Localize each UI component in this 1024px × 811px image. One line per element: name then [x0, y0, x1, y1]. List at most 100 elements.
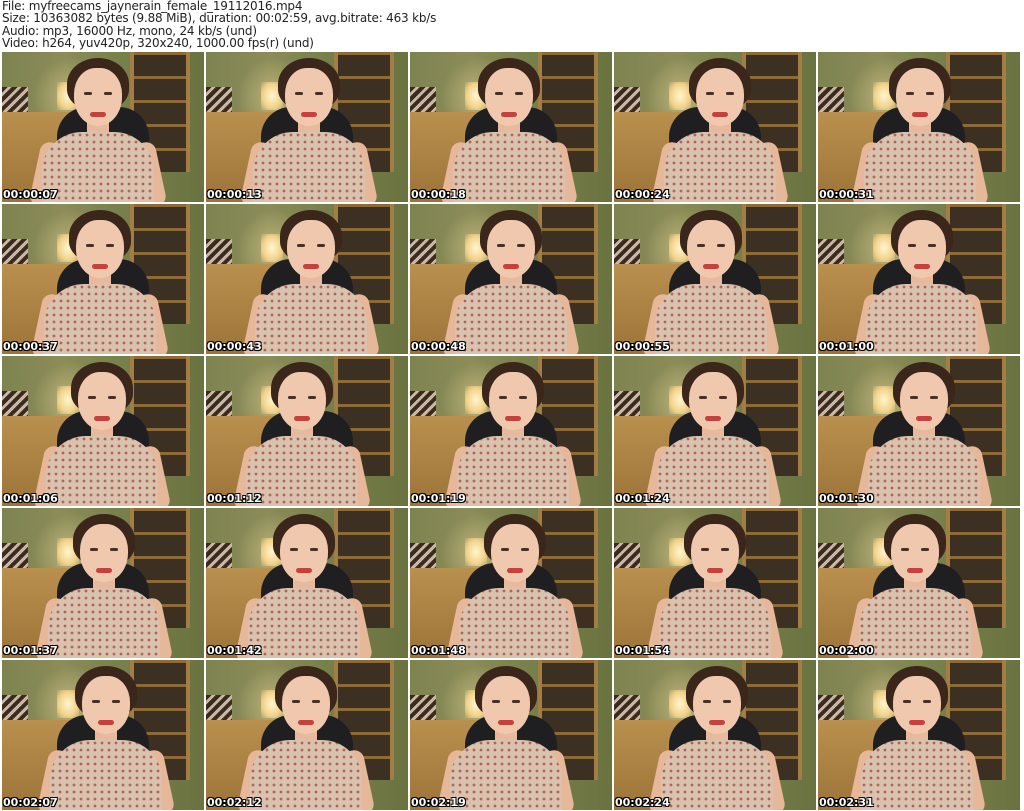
floral-top [450, 740, 562, 810]
eye [703, 700, 711, 703]
thumbnail-timestamp: 00:01:12 [207, 492, 262, 505]
eye [295, 92, 303, 95]
eye [492, 700, 500, 703]
lips [296, 568, 312, 573]
person [410, 204, 612, 354]
video-thumbnail: 00:00:48 [410, 204, 612, 354]
lips [705, 416, 721, 421]
face [687, 220, 735, 278]
eye [315, 92, 323, 95]
lips [503, 264, 519, 269]
eye [104, 92, 112, 95]
floral-top [864, 132, 976, 202]
floral-top [868, 436, 980, 506]
face [282, 676, 330, 734]
thumbnail-timestamp: 00:01:42 [207, 644, 262, 657]
floral-top [664, 132, 776, 202]
eye [308, 396, 316, 399]
person [206, 356, 403, 506]
person [614, 508, 816, 658]
lips [498, 720, 514, 725]
thumbnail-timestamp: 00:01:19 [411, 492, 466, 505]
eye [495, 92, 503, 95]
eye [108, 396, 116, 399]
video-thumbnail: 00:01:00 [818, 204, 1020, 354]
floral-top [661, 740, 773, 810]
eye [701, 548, 709, 551]
person [414, 508, 612, 658]
eye [706, 92, 714, 95]
face [900, 372, 948, 430]
thumbnail-timestamp: 00:01:06 [3, 492, 58, 505]
person [3, 508, 204, 658]
thumbnail-timestamp: 00:02:19 [411, 796, 466, 809]
floral-top [44, 284, 156, 354]
eye [92, 700, 100, 703]
eye [312, 700, 320, 703]
eye [921, 548, 929, 551]
lips [907, 568, 923, 573]
lips [916, 416, 932, 421]
face [691, 524, 739, 582]
video-thumbnail: 00:01:06 [2, 356, 204, 506]
lips [709, 720, 725, 725]
thumbnail-timestamp: 00:00:07 [3, 188, 58, 201]
thumbnail-timestamp: 00:00:24 [615, 188, 670, 201]
thumbnail-timestamp: 00:01:30 [819, 492, 874, 505]
video-thumbnail: 00:01:42 [206, 508, 408, 658]
thumbnail-timestamp: 00:01:48 [411, 644, 466, 657]
person [410, 52, 610, 202]
eye [84, 92, 92, 95]
size-line: Size: 10363082 bytes (9.88 MiB), duratio… [2, 11, 437, 26]
eye [521, 548, 529, 551]
eye [106, 244, 114, 247]
lips [298, 720, 314, 725]
video-thumbnail: 00:00:24 [614, 52, 816, 202]
person [410, 660, 607, 810]
person [619, 52, 816, 202]
floral-top [866, 284, 978, 354]
eye [697, 244, 705, 247]
eye [923, 700, 931, 703]
video-thumbnail: 00:02:12 [206, 660, 408, 810]
video-thumbnail: 00:00:37 [2, 204, 204, 354]
floral-top [50, 740, 162, 810]
video-thumbnail: 00:01:12 [206, 356, 408, 506]
face [82, 676, 130, 734]
eye [928, 244, 936, 247]
floral-top [657, 436, 769, 506]
video-thumbnail: 00:00:43 [206, 204, 408, 354]
thumbnail-timestamp: 00:02:00 [819, 644, 874, 657]
face [689, 372, 737, 430]
eye [717, 244, 725, 247]
thumbnail-timestamp: 00:00:37 [3, 340, 58, 353]
video-thumbnail: 00:01:19 [410, 356, 612, 506]
video-thumbnail: 00:02:19 [410, 660, 612, 810]
floral-top [248, 588, 360, 658]
lips [92, 264, 108, 269]
person [206, 660, 407, 810]
video-thumbnail: 00:01:24 [614, 356, 816, 506]
video-thumbnail: 00:01:54 [614, 508, 816, 658]
thumbnail-timestamp: 00:00:43 [207, 340, 262, 353]
video-thumbnail: 00:01:37 [2, 508, 204, 658]
face [76, 220, 124, 278]
thumbnail-timestamp: 00:00:18 [411, 188, 466, 201]
thumbnail-timestamp: 00:00:13 [207, 188, 262, 201]
thumbnail-timestamp: 00:01:54 [615, 644, 670, 657]
floral-top [246, 436, 358, 506]
thumbnail-timestamp: 00:02:07 [3, 796, 58, 809]
eye [517, 244, 525, 247]
eye [930, 396, 938, 399]
lips [507, 568, 523, 573]
eye [901, 548, 909, 551]
person [819, 52, 1020, 202]
eye [497, 244, 505, 247]
eye [519, 396, 527, 399]
lips [98, 720, 114, 725]
eye [288, 396, 296, 399]
thumbnail-timestamp: 00:00:48 [411, 340, 466, 353]
floral-top [455, 284, 567, 354]
face [898, 220, 946, 278]
floral-top [659, 588, 771, 658]
